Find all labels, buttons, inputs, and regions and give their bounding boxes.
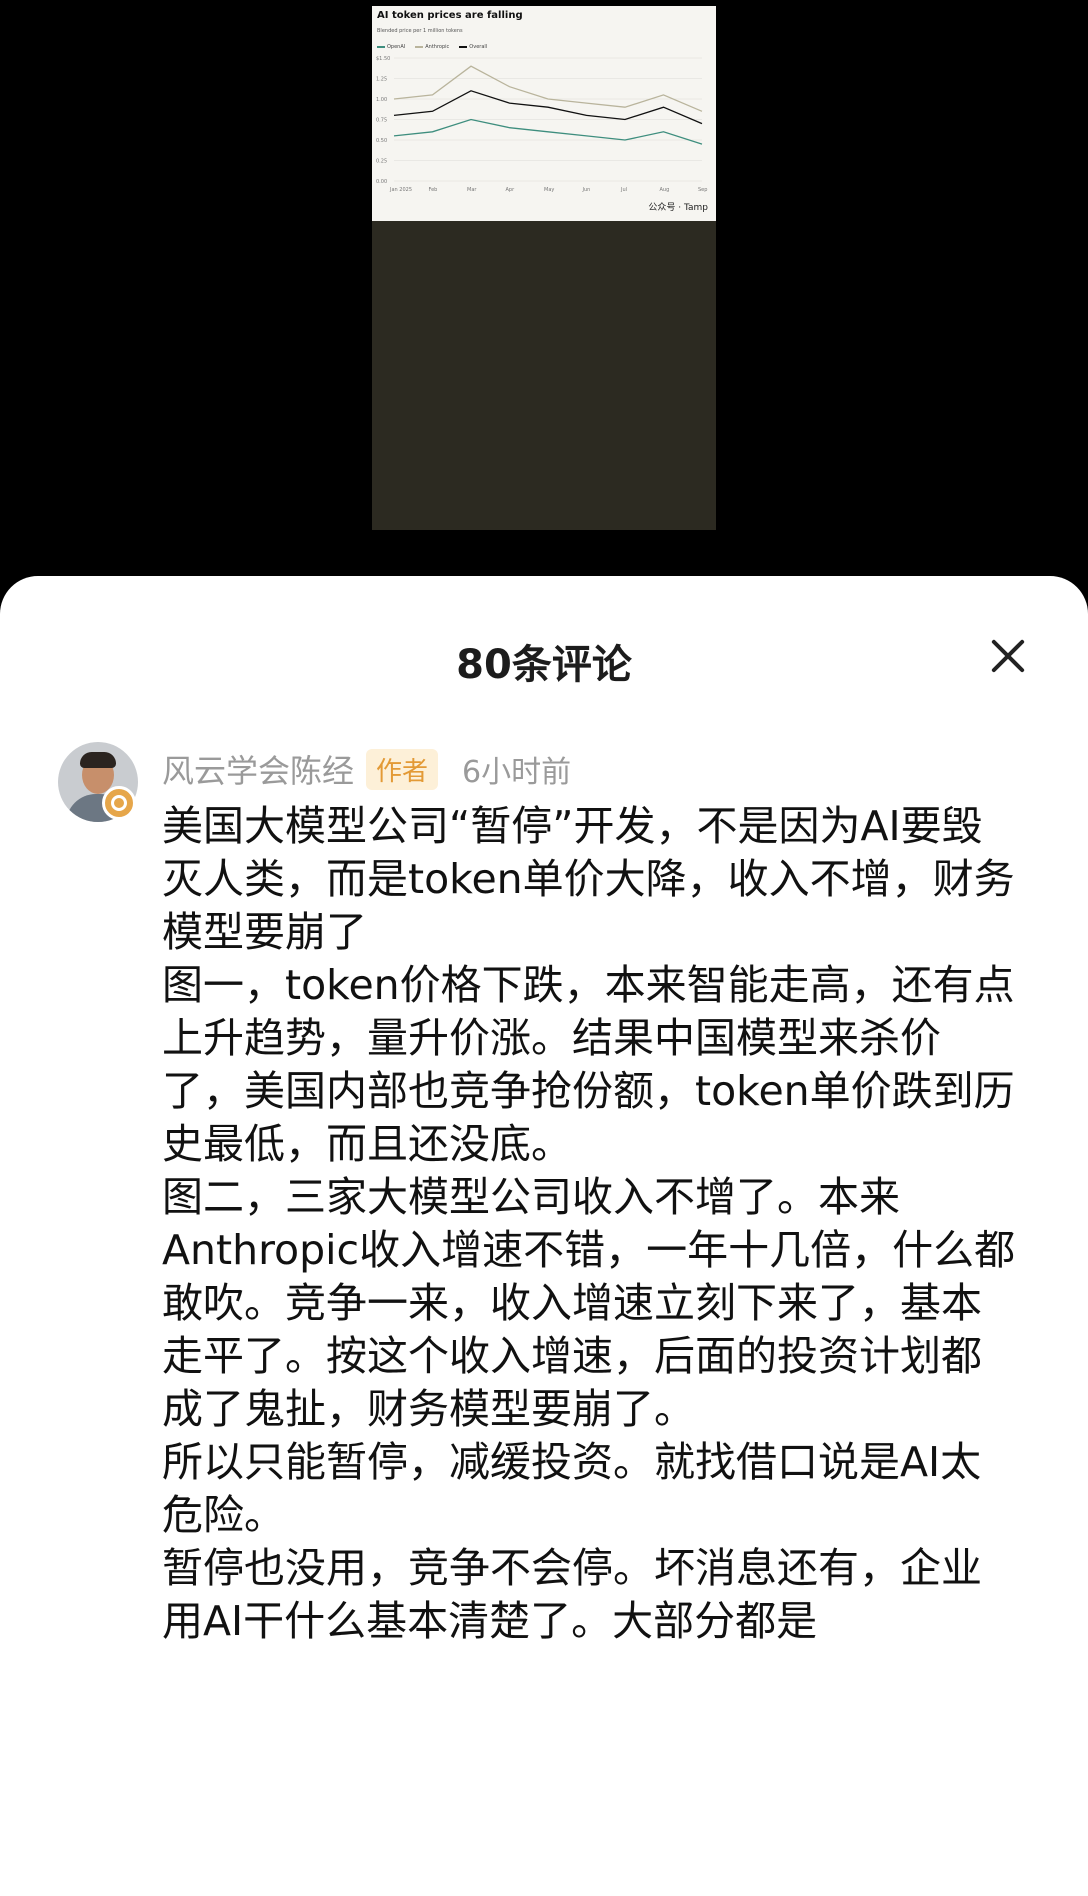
y-tick-label: 0.25	[376, 159, 387, 165]
comment-paragraph: 暂停也没用，竞争不会停。坏消息还有，企业用AI干什么基本清楚了。大部分都是	[162, 1544, 982, 1645]
x-tick-label: Mar	[467, 187, 477, 193]
verified-badge-icon	[102, 786, 136, 820]
comment-paragraph: 图一，token价格下跌，本来智能走高，还有点上升趋势，量升价涨。结果中国模型来…	[162, 961, 1015, 1168]
y-tick-label: 0.75	[376, 118, 387, 124]
y-tick-label: 1.00	[376, 97, 387, 103]
y-tick-label: 1.25	[376, 77, 387, 83]
x-tick-label: Sep	[698, 187, 707, 193]
line-chart: $1.50 1.25 1.00 0.75 0.50 0.25 0.00Jan 2025 Feb…	[376, 56, 707, 193]
x-tick-label: Aug	[660, 187, 670, 193]
x-tick-label: May	[544, 187, 554, 193]
comment-paragraph: 所以只能暂停，减缓投资。就找借口说是AI太危险。	[162, 1438, 982, 1539]
image-post[interactable]: AI token prices are falling Blended pric…	[372, 6, 716, 530]
x-tick-label: Jul	[620, 187, 627, 193]
chart-image: AI token prices are falling Blended pric…	[372, 6, 716, 221]
comment-time: 6小时前	[462, 755, 572, 790]
comment-sheet: 80条评论 风云学会陈经 作者 6小时前 美国大模型公司“暂停”开发，不是因为A…	[0, 576, 1088, 1896]
comment-paragraph: 图二，三家大模型公司收入不增了。本来Anthropic收入增速不错，一年十几倍，…	[162, 1173, 1016, 1433]
y-tick-label: 0.00	[376, 179, 387, 185]
comment-count-title: 80条评论	[456, 642, 632, 688]
x-tick-label: Feb	[429, 187, 438, 193]
username[interactable]: 风云学会陈经	[162, 746, 354, 792]
y-tick-label: $1.50	[376, 56, 390, 62]
x-tick-label: Jan 2025	[389, 187, 412, 193]
y-tick-label: 0.50	[376, 138, 387, 144]
x-tick-label: Jun	[582, 187, 591, 193]
comment-text[interactable]: 美国大模型公司“暂停”开发，不是因为AI要毁灭人类，而是token单价大降，收入…	[162, 800, 1022, 1648]
author-tag: 作者	[366, 748, 439, 790]
series-line-overall	[393, 90, 703, 125]
close-icon[interactable]	[984, 632, 1032, 680]
comment-paragraph: 美国大模型公司“暂停”开发，不是因为AI要毁灭人类，而是token单价大降，收入…	[162, 802, 1015, 956]
comment-meta: 风云学会陈经 作者 6小时前	[162, 746, 571, 792]
watermark: 公众号 · Tamp	[648, 203, 708, 213]
series-line-anthropic	[393, 65, 703, 112]
x-tick-label: Apr	[506, 187, 516, 193]
media-viewer[interactable]: AI token prices are falling Blended pric…	[0, 0, 1088, 580]
series-line-openai	[393, 118, 703, 145]
